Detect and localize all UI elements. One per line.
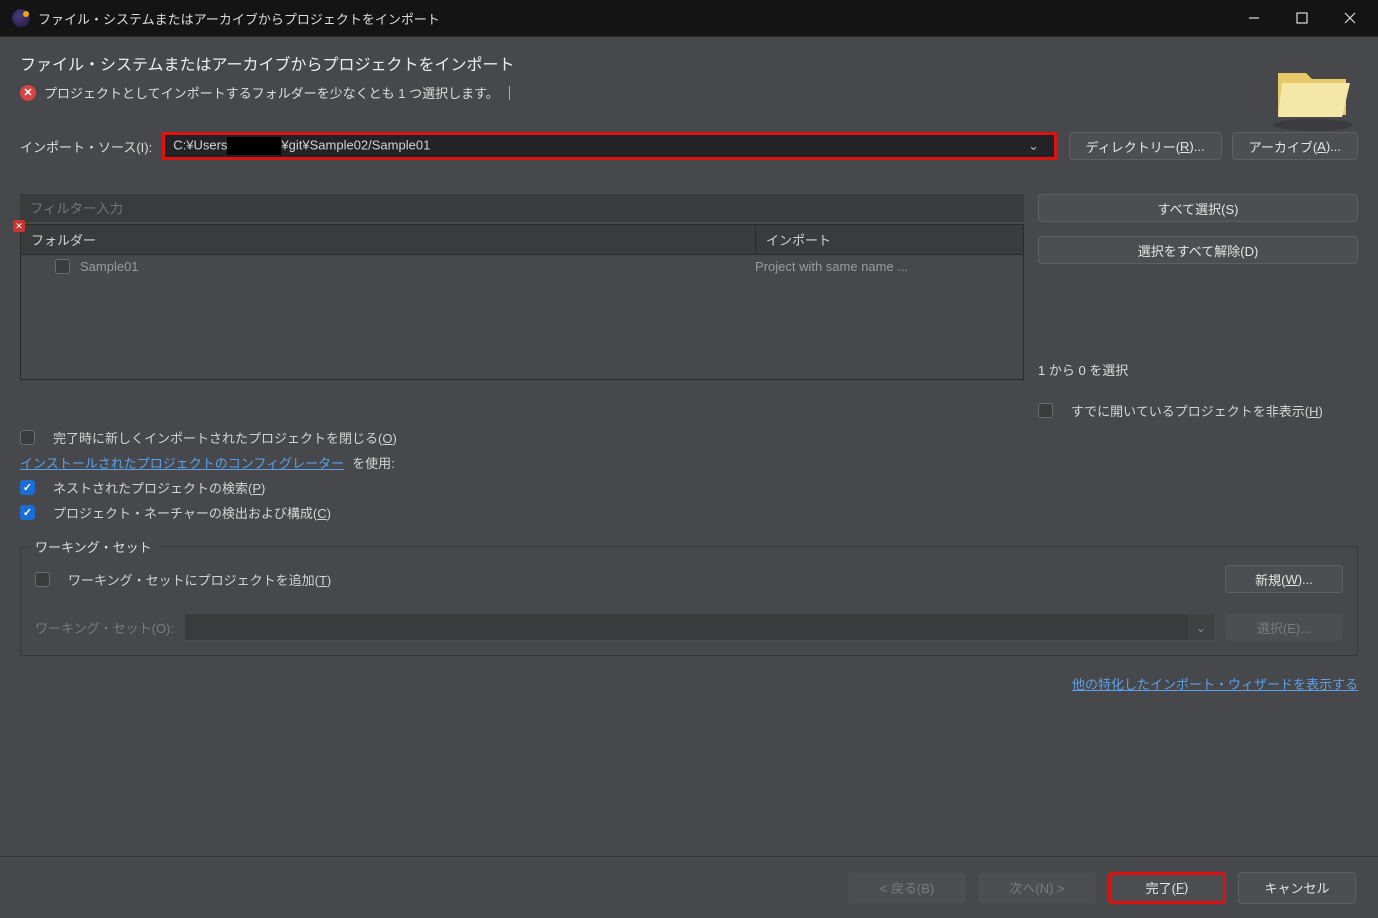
workingset-fieldset: ワーキング・セット ワーキング・セットにプロジェクトを追加(T) 新規(W)..… — [20, 546, 1358, 656]
detect-nature-checkbox[interactable] — [20, 505, 35, 520]
wizard-header: ファイル・システムまたはアーカイブからプロジェクトをインポート ✕ プロジェクト… — [0, 36, 1378, 116]
select-ws-button: 選択(E)... — [1225, 613, 1343, 641]
import-source-combo[interactable]: C:¥Users¥git¥Sample02/Sample01 ⌄ — [162, 132, 1056, 160]
search-nested-checkbox[interactable] — [20, 480, 35, 495]
cancel-button[interactable]: キャンセル — [1238, 872, 1356, 904]
deselect-all-button[interactable]: 選択をすべて解除(D) — [1038, 236, 1358, 264]
row-folder: Sample01 — [80, 259, 139, 274]
titlebar: ファイル・システムまたはアーカイブからプロジェクトをインポート — [0, 0, 1378, 36]
error-icon: ✕ — [20, 85, 36, 101]
directory-button[interactable]: ディレクトリー(R)... — [1069, 132, 1222, 160]
chevron-down-icon: ⌄ — [1188, 614, 1214, 640]
table-row[interactable]: Sample01 Project with same name ... — [21, 255, 1023, 278]
configurators-suffix: を使用: — [352, 453, 395, 472]
finish-button[interactable]: 完了(F) — [1108, 872, 1226, 904]
import-source-label: インポート・ソース(I): — [20, 137, 152, 156]
add-to-ws-label: ワーキング・セットにプロジェクトを追加(T) — [68, 570, 331, 589]
configurators-link[interactable]: インストールされたプロジェクトのコンフィグレーター — [20, 453, 344, 472]
detect-nature-label: プロジェクト・ネーチャーの検出および構成(C) — [53, 503, 331, 522]
filter-input[interactable] — [20, 194, 1024, 222]
ws-label: ワーキング・セット(O): — [35, 618, 174, 637]
text-cursor — [509, 86, 510, 100]
close-on-finish-label: 完了時に新しくインポートされたプロジェクトを閉じる(O) — [53, 428, 397, 447]
header-message: プロジェクトとしてインポートするフォルダーを少なくとも 1 つ選択します。 — [44, 83, 499, 102]
table-header: ✕ フォルダー インポート — [20, 224, 1024, 255]
window-title: ファイル・システムまたはアーカイブからプロジェクトをインポート — [38, 9, 1230, 28]
back-button: < 戻る(B) — [848, 872, 966, 904]
hide-open-label: すでに開いているプロジェクトを非表示(H) — [1071, 401, 1323, 420]
ws-combo: ⌄ — [184, 613, 1215, 641]
chevron-down-icon[interactable]: ⌄ — [1022, 138, 1046, 154]
maximize-button[interactable] — [1278, 0, 1326, 36]
select-all-button[interactable]: すべて選択(S) — [1038, 194, 1358, 222]
workingset-legend: ワーキング・セット — [29, 537, 158, 556]
new-ws-button[interactable]: 新規(W)... — [1225, 565, 1343, 593]
add-to-ws-checkbox[interactable] — [35, 572, 50, 587]
col-import[interactable]: インポート — [756, 225, 1023, 254]
table-body: Sample01 Project with same name ... — [20, 255, 1024, 380]
row-import-as: Project with same name ... — [755, 259, 1013, 274]
row-checkbox[interactable] — [55, 259, 70, 274]
archive-button[interactable]: アーカイブ(A)... — [1232, 132, 1358, 160]
selection-info: 1 から 0 を選択 — [1038, 360, 1358, 379]
redacted-text — [227, 137, 281, 155]
close-on-finish-checkbox[interactable] — [20, 430, 35, 445]
close-button[interactable] — [1326, 0, 1374, 36]
hide-open-checkbox[interactable] — [1038, 403, 1053, 418]
folder-banner-icon — [1268, 55, 1358, 136]
wizard-footer: < 戻る(B) 次へ(N) > 完了(F) キャンセル — [0, 856, 1378, 918]
eclipse-icon — [12, 9, 30, 27]
col-folder[interactable]: フォルダー — [21, 225, 756, 254]
import-source-value: C:¥Users¥git¥Sample02/Sample01 — [173, 137, 1021, 155]
minimize-button[interactable] — [1230, 0, 1278, 36]
search-nested-label: ネストされたプロジェクトの検索(P) — [53, 478, 265, 497]
remove-icon[interactable]: ✕ — [13, 220, 25, 232]
page-title: ファイル・システムまたはアーカイブからプロジェクトをインポート — [20, 51, 1358, 75]
more-wizards-link[interactable]: 他の特化したインポート・ウィザードを表示する — [1072, 677, 1358, 692]
next-button: 次へ(N) > — [978, 872, 1096, 904]
